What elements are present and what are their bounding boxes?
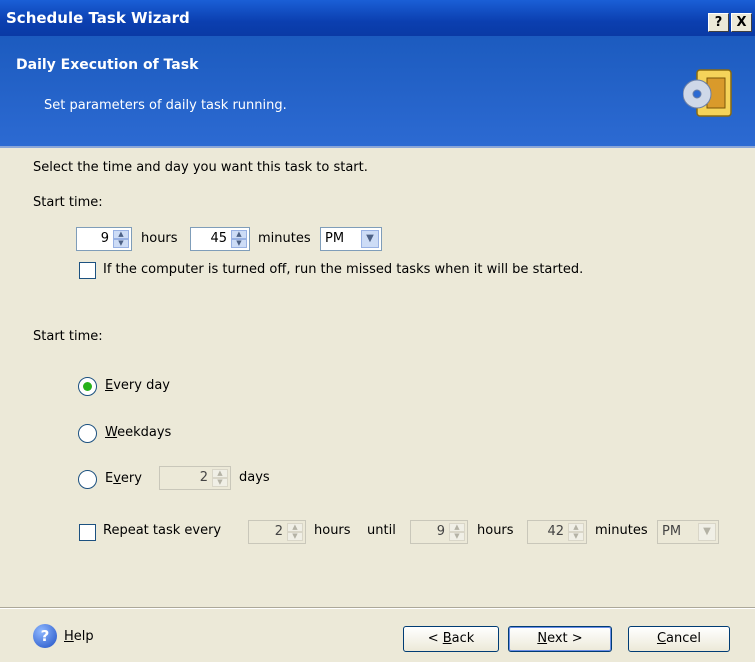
spin-up-icon[interactable]: ▲ [113, 230, 129, 239]
repeat-hours-label: hours [314, 523, 351, 538]
weekdays-label[interactable]: Weekdays [105, 425, 171, 440]
every-day-radio[interactable] [78, 377, 97, 396]
window-title: Schedule Task Wizard [6, 9, 190, 27]
hours-label: hours [141, 231, 178, 246]
ampm-value: PM [325, 231, 345, 246]
chevron-down-icon[interactable]: ▼ [361, 230, 379, 248]
until-minutes-label: minutes [595, 523, 648, 538]
until-hours-value: 9 [436, 524, 445, 539]
spin-down-icon[interactable]: ▼ [449, 532, 465, 541]
close-button[interactable]: X [731, 13, 752, 32]
spin-down-icon[interactable]: ▼ [212, 478, 228, 487]
help-link[interactable]: Help [64, 629, 94, 644]
hours-spinner[interactable]: 9 ▲ ▼ [76, 227, 132, 251]
help-icon[interactable]: ? [33, 624, 57, 648]
help-title-button[interactable]: ? [708, 13, 729, 32]
days-label: days [239, 470, 270, 485]
title-bar: Schedule Task Wizard ? X [0, 0, 755, 36]
minutes-label: minutes [258, 231, 311, 246]
missed-tasks-label[interactable]: If the computer is turned off, run the m… [103, 262, 583, 277]
every-label[interactable]: Every [105, 471, 142, 486]
minutes-value: 45 [210, 231, 227, 246]
spin-up-icon[interactable]: ▲ [568, 523, 584, 532]
spin-up-icon[interactable]: ▲ [449, 523, 465, 532]
spin-down-icon[interactable]: ▼ [113, 239, 129, 248]
repeat-hours-value: 2 [274, 524, 283, 539]
every-n-days-spinner[interactable]: 2 ▲ ▼ [159, 466, 231, 490]
repeat-hours-spinner[interactable]: 2 ▲ ▼ [248, 520, 306, 544]
wizard-header: Daily Execution of Task Set parameters o… [0, 36, 755, 148]
weekdays-radio[interactable] [78, 424, 97, 443]
until-minutes-value: 42 [547, 524, 564, 539]
spin-up-icon[interactable]: ▲ [212, 469, 228, 478]
spin-down-icon[interactable]: ▼ [568, 532, 584, 541]
header-subtitle: Set parameters of daily task running. [44, 98, 287, 113]
back-button[interactable]: < Back [403, 626, 499, 652]
spin-up-icon[interactable]: ▲ [287, 523, 303, 532]
every-day-label[interactable]: Every day [105, 378, 170, 393]
schedule-disc-icon [683, 69, 732, 117]
next-button[interactable]: Next > [508, 626, 612, 652]
missed-tasks-checkbox[interactable] [79, 262, 96, 279]
spin-down-icon[interactable]: ▼ [287, 532, 303, 541]
chevron-down-icon[interactable]: ▼ [698, 523, 716, 541]
minutes-spinner[interactable]: 45 ▲ ▼ [190, 227, 250, 251]
start-time-label: Start time: [33, 195, 103, 210]
ampm-select[interactable]: PM ▼ [320, 227, 382, 251]
until-ampm-select[interactable]: PM ▼ [657, 520, 719, 544]
start-time-label-2: Start time: [33, 329, 103, 344]
footer-separator [0, 607, 755, 609]
until-hours-spinner[interactable]: 9 ▲ ▼ [410, 520, 468, 544]
radio-selected-dot [83, 382, 92, 391]
until-ampm-value: PM [662, 524, 682, 539]
every-n-days-value: 2 [199, 470, 208, 485]
spin-down-icon[interactable]: ▼ [231, 239, 247, 248]
cancel-button[interactable]: Cancel [628, 626, 730, 652]
repeat-task-checkbox[interactable] [79, 524, 96, 541]
hours-value: 9 [100, 231, 109, 246]
spin-up-icon[interactable]: ▲ [231, 230, 247, 239]
header-title: Daily Execution of Task [16, 57, 199, 73]
until-label: until [367, 523, 396, 538]
repeat-task-label[interactable]: Repeat task every [103, 523, 221, 538]
every-n-days-radio[interactable] [78, 470, 97, 489]
until-hours-label: hours [477, 523, 514, 538]
instruction-text: Select the time and day you want this ta… [33, 160, 368, 175]
until-minutes-spinner[interactable]: 42 ▲ ▼ [527, 520, 587, 544]
